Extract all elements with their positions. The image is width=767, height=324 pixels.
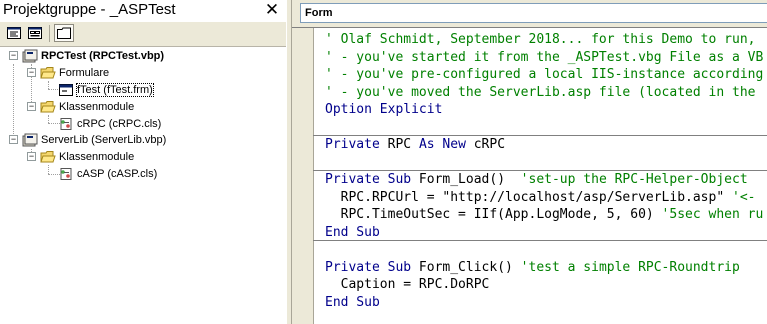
collapse-serverlib-toggle[interactable]: − (9, 135, 18, 144)
class-module-icon (60, 117, 72, 130)
code-token: ' - you've moved the ServerLib.asp file … (325, 84, 764, 100)
code-line[interactable]: Option Explicit (325, 101, 763, 119)
tree-item-label: Klassenmodule (59, 150, 135, 163)
code-line[interactable]: Private RPC As New cRPC (325, 136, 763, 154)
code-token: ' Olaf Schmidt, September 2018... for th… (325, 32, 756, 47)
code-token: ' - you've started it from the _ASPTest.… (325, 49, 764, 65)
folder-open-icon (40, 150, 56, 162)
project-explorer-toolbar (0, 22, 286, 47)
tree-item-label: Klassenmodule (59, 100, 135, 113)
code-token: Private Sub (325, 172, 419, 187)
tree-item-rpctest-project[interactable]: RPCTest (RPCTest.vbp) (22, 47, 164, 64)
view-object-button[interactable] (25, 24, 45, 42)
project-explorer-title: Projektgruppe - _ASPTest (3, 1, 176, 18)
tree-line (48, 165, 49, 174)
tree-line (48, 81, 49, 89)
code-line[interactable]: RPC.TimeOutSec = IIf(App.LogMode, 5, 60)… (325, 206, 764, 224)
code-token: RPC.RPCUrl = "http://localhost/asp/Serve… (325, 189, 732, 205)
project-explorer: Projektgruppe - _ASPTest ✕ − − − − − RPC… (0, 0, 286, 324)
code-line[interactable]: ' - you've started it from the _ASPTest.… (325, 49, 763, 67)
tree-item-label: Formulare (59, 66, 110, 79)
code-token: RPC.TimeOutSec = IIf(App.LogMode, 5, 60) (325, 207, 662, 222)
tree-item-serverlib-project[interactable]: ServerLib (ServerLib.vbp) (22, 131, 166, 148)
tree-item-label: cASP (cASP.cls) (77, 167, 158, 180)
code-token: Form_Click() (418, 259, 521, 275)
code-token: Private (325, 137, 388, 152)
tree-item-casp-class[interactable]: cASP (cASP.cls) (58, 165, 157, 182)
tree-item-label: ServerLib (ServerLib.vbp) (41, 133, 167, 146)
code-line[interactable] (325, 154, 763, 172)
tree-item-crpc-class[interactable]: cRPC (cRPC.cls) (58, 115, 161, 132)
collapse-rpctest-toggle[interactable]: − (9, 51, 18, 60)
view-code-icon (7, 27, 21, 39)
code-token: End Sub (325, 224, 380, 240)
tree-item-label: RPCTest (RPCTest.vbp) (41, 49, 165, 62)
close-icon[interactable]: ✕ (262, 0, 282, 20)
code-line[interactable] (325, 241, 763, 259)
tree-line (13, 64, 14, 144)
tree-line (48, 115, 49, 123)
tree-item-klassenmodule-folder[interactable]: Klassenmodule (40, 98, 134, 115)
code-token: Caption = RPC.DoRPC (325, 277, 490, 292)
vb-project-icon (22, 49, 38, 62)
view-object-icon (28, 27, 42, 39)
code-line[interactable]: Private Sub Form_Load() 'set-up the RPC-… (325, 171, 763, 189)
code-line[interactable]: ' - you've moved the ServerLib.asp file … (325, 84, 763, 102)
code-token: Option Explicit (325, 102, 443, 117)
code-token: Form_Load() (418, 172, 521, 187)
tree-item-formulare-folder[interactable]: Formulare (40, 64, 109, 81)
folder-open-icon (40, 66, 56, 78)
code-text[interactable]: ' Olaf Schmidt, September 2018... for th… (325, 31, 763, 311)
code-token: '<- (732, 189, 756, 205)
tree-item-ftest-form[interactable]: fTest (fTest.frm) (58, 81, 154, 98)
object-combo[interactable]: Form (300, 3, 767, 23)
code-token: cRPC (473, 137, 506, 152)
code-token: End Sub (325, 294, 380, 310)
code-token: 'set-up the RPC-Helper-Object (520, 172, 748, 187)
folder-icon (57, 27, 71, 39)
collapse-formulare-toggle[interactable]: − (27, 68, 36, 77)
code-margin (292, 28, 313, 324)
project-explorer-titlebar: Projektgruppe - _ASPTest ✕ (0, 0, 286, 23)
code-line[interactable]: RPC.RPCUrl = "http://localhost/asp/Serve… (325, 189, 763, 207)
code-line[interactable]: ' - you've pre-configured a local IIS-in… (325, 66, 763, 84)
code-editor[interactable]: ' Olaf Schmidt, September 2018... for th… (292, 27, 767, 324)
tree-item-label: fTest (fTest.frm) (76, 82, 154, 97)
tree-item-klassenmodule-folder-2[interactable]: Klassenmodule (40, 148, 134, 165)
form-icon (59, 83, 73, 96)
code-token: RPC (387, 137, 419, 152)
code-token: Private Sub (325, 259, 419, 275)
code-token: 'test a simple RPC-Roundtrip (520, 259, 740, 275)
code-token: As New (418, 137, 474, 152)
code-token: ' - you've pre-configured a local IIS-in… (325, 67, 764, 82)
code-line[interactable]: Caption = RPC.DoRPC (325, 276, 763, 294)
code-line[interactable]: End Sub (325, 224, 763, 242)
code-line[interactable]: End Sub (325, 294, 763, 312)
folder-open-icon (40, 100, 56, 112)
code-token: '5sec when ru (661, 207, 764, 222)
tree-item-label: cRPC (cRPC.cls) (77, 117, 162, 130)
toggle-folders-button[interactable] (54, 24, 74, 42)
toolbar-separator (49, 25, 50, 42)
collapse-klassenmodule-toggle[interactable]: − (27, 102, 36, 111)
vb-project-icon (22, 133, 38, 146)
collapse-klassenmodule-2-toggle[interactable]: − (27, 152, 36, 161)
code-line[interactable]: ' Olaf Schmidt, September 2018... for th… (325, 31, 763, 49)
view-code-button[interactable] (4, 24, 24, 42)
code-window-header: Form (292, 0, 767, 27)
project-tree: − − − − − RPCTest (RPCTest.vbp) Formular… (0, 47, 286, 324)
class-module-icon (60, 167, 72, 180)
code-line[interactable]: Private Sub Form_Click() 'test a simple … (325, 259, 763, 277)
code-margin-border (313, 28, 314, 324)
code-line[interactable] (325, 119, 763, 137)
